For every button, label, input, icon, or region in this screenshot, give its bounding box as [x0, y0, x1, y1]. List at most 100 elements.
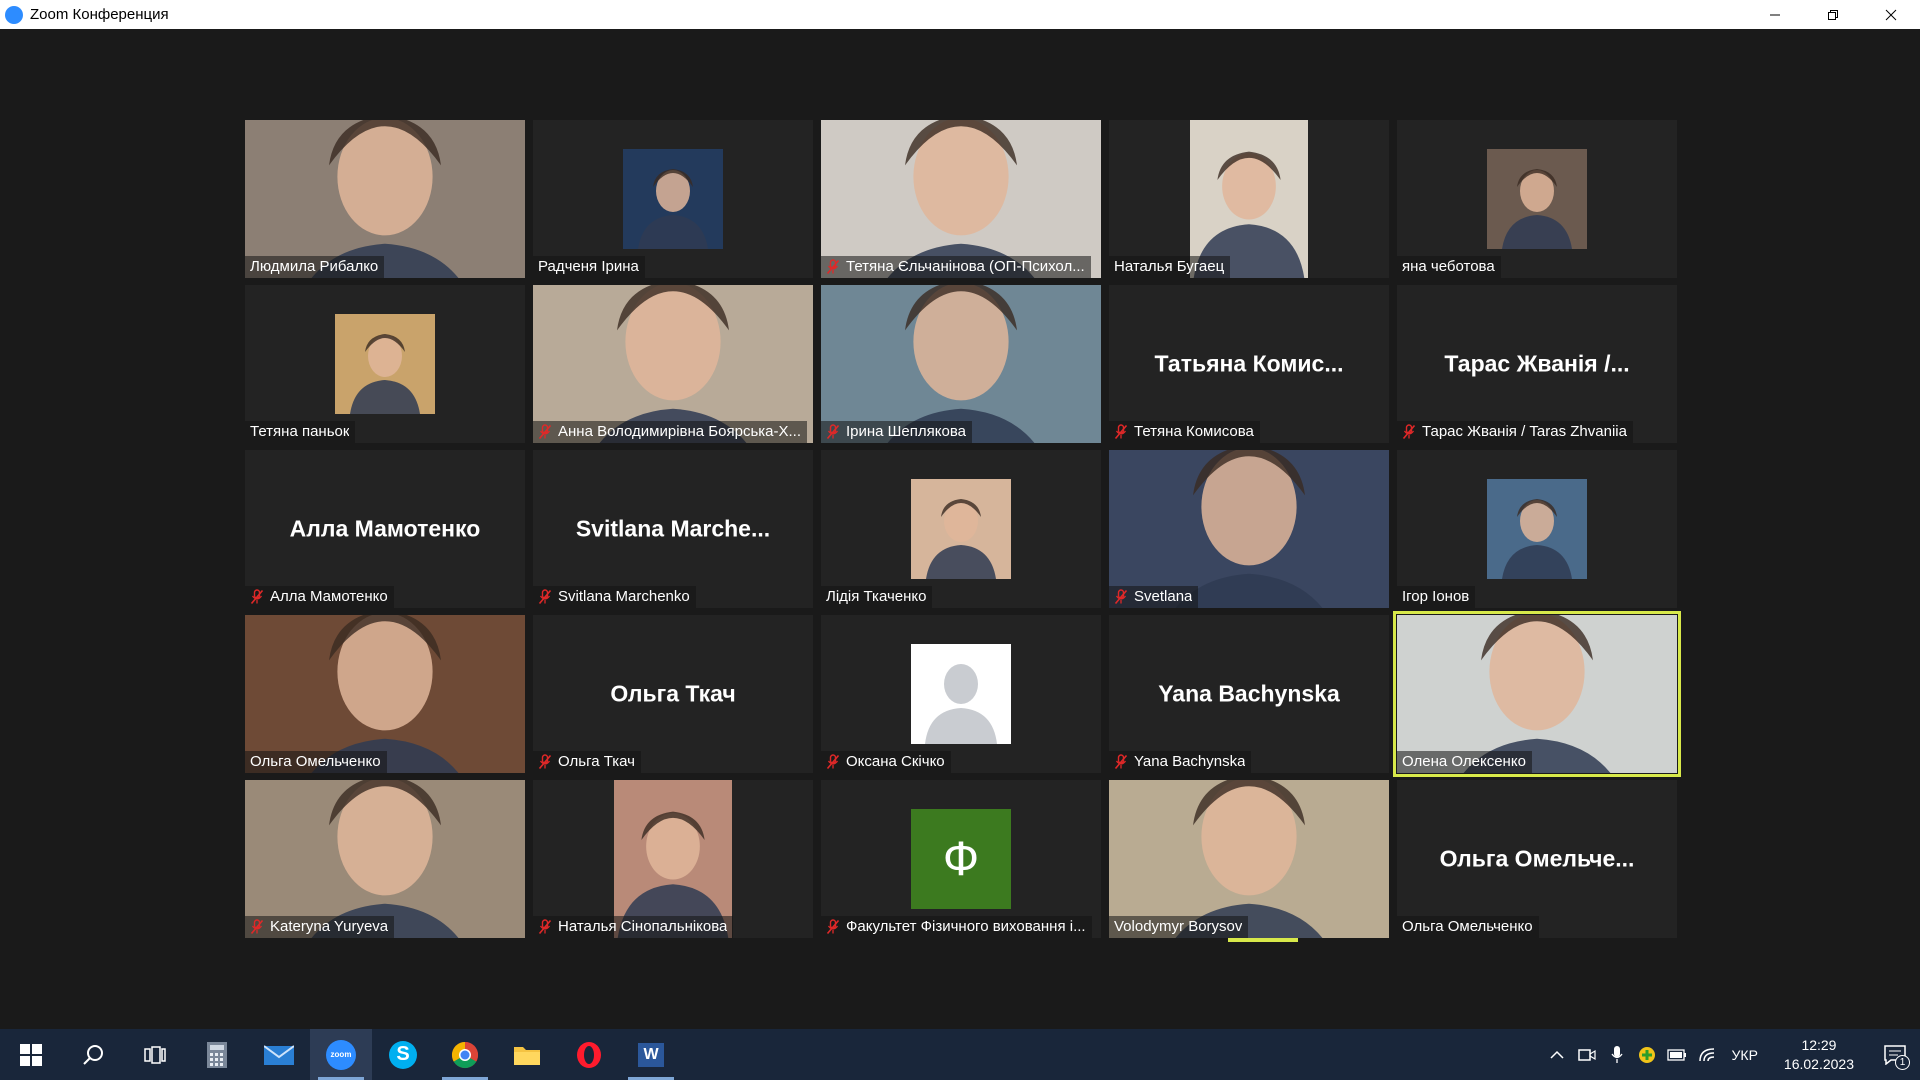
- participant-name: Ольга Омельченко: [250, 753, 381, 770]
- tray-battery[interactable]: [1662, 1029, 1692, 1080]
- tray-microphone[interactable]: [1602, 1029, 1632, 1080]
- muted-microphone-icon: [826, 424, 840, 440]
- taskbar-clock[interactable]: 12:29 16.02.2023: [1768, 1036, 1870, 1074]
- participant-tile[interactable]: Тарас Жванія /... Тарас Жванія / Taras Zh…: [1397, 285, 1677, 443]
- participant-tile[interactable]: Ф Факультет Фізичного виховання і...: [821, 780, 1101, 938]
- participant-video: [1109, 450, 1389, 608]
- participant-tile[interactable]: Svetlana: [1109, 450, 1389, 608]
- zoom-taskbar-icon: zoom: [326, 1039, 356, 1070]
- participant-tile[interactable]: Kateryna Yuryeva: [245, 780, 525, 938]
- muted-microphone-icon: [1114, 754, 1128, 770]
- participant-tile[interactable]: Yana Bachynska Yana Bachynska: [1109, 615, 1389, 773]
- muted-microphone-icon: [538, 754, 552, 770]
- muted-microphone-icon: [826, 259, 840, 275]
- participant-display-name: Татьяна Комис...: [1154, 350, 1344, 377]
- minimize-button[interactable]: [1746, 0, 1804, 29]
- participant-tile[interactable]: Ігор Іонов: [1397, 450, 1677, 608]
- avatar-letter: Ф: [942, 832, 980, 886]
- skype-letter: S: [396, 1043, 410, 1065]
- input-language-button[interactable]: УКР: [1722, 1047, 1768, 1063]
- chrome-icon: [451, 1041, 479, 1068]
- muted-microphone-icon: [826, 919, 840, 935]
- participant-tile[interactable]: Татьяна Комис... Тетяна Комисова: [1109, 285, 1389, 443]
- search-button[interactable]: [62, 1029, 124, 1080]
- muted-microphone-icon: [538, 424, 552, 440]
- participant-tile[interactable]: Алла Мамотенко Алла Мамотенко: [245, 450, 525, 608]
- participant-tile[interactable]: Людмила Рибалко: [245, 120, 525, 278]
- clock-date: 16.02.2023: [1783, 1055, 1854, 1072]
- participant-name: Радченя Ірина: [538, 258, 639, 275]
- taskbar-mail[interactable]: [248, 1029, 310, 1080]
- windows-taskbar: zoom S W УКР 12:29 16.02.2023 1: [0, 1029, 1920, 1080]
- participant-name: Svetlana: [1134, 588, 1193, 605]
- restore-button[interactable]: [1804, 0, 1862, 29]
- participant-tile[interactable]: Ольга Омельченко: [245, 615, 525, 773]
- participant-tile[interactable]: Наталья Бугаец: [1109, 120, 1389, 278]
- participant-profile-photo: [1190, 120, 1308, 278]
- participant-tile[interactable]: Ольга Ткач Ольга Ткач: [533, 615, 813, 773]
- window-title: Zoom Конференция: [30, 6, 169, 23]
- taskbar-zoom[interactable]: zoom: [310, 1029, 372, 1080]
- muted-microphone-icon: [250, 589, 264, 605]
- status-plus-icon: [1638, 1046, 1655, 1063]
- taskbar-opera[interactable]: [558, 1029, 620, 1080]
- participant-tile[interactable]: Svitlana Marche... Svitlana Marchenko: [533, 450, 813, 608]
- participant-name-label: Тетяна Єльчанінова (ОП-Психол...: [821, 256, 1091, 278]
- participant-display-name: Ольга Ткач: [610, 680, 736, 707]
- participant-name-label: Ірина Шеплякова: [821, 421, 972, 443]
- participant-profile-photo: [614, 780, 732, 938]
- close-button[interactable]: [1862, 0, 1920, 29]
- participant-display-name: Алла Мамотенко: [289, 515, 481, 542]
- muted-microphone-icon: [1402, 424, 1416, 440]
- participant-tile[interactable]: Ольга Омельче... Ольга Омельченко: [1397, 780, 1677, 938]
- tray-network[interactable]: [1692, 1029, 1722, 1080]
- action-center-button[interactable]: 1: [1870, 1029, 1920, 1080]
- participant-name-label: Тарас Жванія / Taras Zhvaniia: [1397, 421, 1633, 443]
- tray-camera[interactable]: [1572, 1029, 1602, 1080]
- taskbar-calculator[interactable]: [186, 1029, 248, 1080]
- task-view-button[interactable]: [124, 1029, 186, 1080]
- participant-profile-photo: [1487, 149, 1587, 249]
- participant-name: яна чеботова: [1402, 258, 1495, 275]
- participant-initial-avatar: Ф: [911, 809, 1011, 909]
- participant-tile[interactable]: Volodymyr Borysov: [1109, 780, 1389, 938]
- start-button[interactable]: [0, 1029, 62, 1080]
- participant-tile[interactable]: Олена Олексенко: [1393, 611, 1681, 777]
- chevron-up-icon: [1550, 1050, 1564, 1059]
- participant-tile[interactable]: Лідія Ткаченко: [821, 450, 1101, 608]
- participant-video: [821, 285, 1101, 443]
- participant-name: Тарас Жванія / Taras Zhvaniia: [1422, 423, 1627, 440]
- taskbar-file-explorer[interactable]: [496, 1029, 558, 1080]
- show-hidden-icons-button[interactable]: [1542, 1029, 1572, 1080]
- task-view-icon: [144, 1045, 166, 1064]
- participant-name-label: Оксана Скічко: [821, 751, 951, 773]
- taskbar-word[interactable]: W: [620, 1029, 682, 1080]
- muted-microphone-icon: [1114, 589, 1128, 605]
- notification-count: 1: [1895, 1055, 1910, 1070]
- taskbar-skype[interactable]: S: [372, 1029, 434, 1080]
- participant-tile[interactable]: Наталья Сінопальнікова: [533, 780, 813, 938]
- participant-tile[interactable]: Оксана Скічко: [821, 615, 1101, 773]
- participant-tile[interactable]: Ірина Шеплякова: [821, 285, 1101, 443]
- minimize-icon: [1770, 14, 1780, 15]
- participant-name: Svitlana Marchenko: [558, 588, 690, 605]
- taskbar-chrome[interactable]: [434, 1029, 496, 1080]
- participant-profile-photo: [911, 479, 1011, 579]
- muted-microphone-icon: [826, 754, 840, 770]
- camera-icon: [1577, 1048, 1596, 1061]
- participant-tile[interactable]: Тетяна Єльчанінова (ОП-Психол...: [821, 120, 1101, 278]
- tray-app-status[interactable]: [1632, 1029, 1662, 1080]
- participant-video: [1397, 615, 1677, 773]
- participant-name: Yana Bachynska: [1134, 753, 1246, 770]
- participant-profile-photo: [335, 314, 435, 414]
- participant-tile[interactable]: Радченя Ірина: [533, 120, 813, 278]
- word-icon: W: [638, 1042, 664, 1067]
- participant-name-label: яна чеботова: [1397, 256, 1501, 278]
- participant-tile[interactable]: яна чеботова: [1397, 120, 1677, 278]
- participant-profile-photo: [623, 149, 723, 249]
- default-avatar-icon: [911, 644, 1011, 744]
- participant-name: Алла Мамотенко: [270, 588, 388, 605]
- participant-name-label: Наталья Сінопальнікова: [533, 916, 734, 938]
- participant-tile[interactable]: Анна Володимирівна Боярська-Х...: [533, 285, 813, 443]
- participant-tile[interactable]: Тетяна паньок: [245, 285, 525, 443]
